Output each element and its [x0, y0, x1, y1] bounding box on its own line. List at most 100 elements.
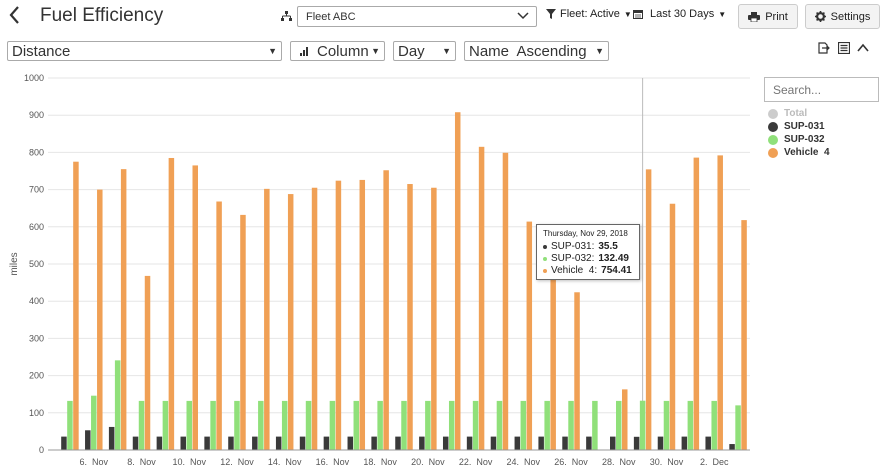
bar-sup-031[interactable]: [323, 436, 330, 450]
bar-sup-032[interactable]: [186, 400, 192, 450]
bar-sup-032[interactable]: [138, 400, 145, 450]
bar-sup-031[interactable]: [610, 436, 616, 450]
bar-sup-031[interactable]: [61, 436, 67, 450]
legend-item-total[interactable]: Total: [768, 107, 830, 120]
bar-vehicle-4[interactable]: [478, 146, 485, 450]
bar-sup-032[interactable]: [401, 400, 407, 450]
bar-vehicle-4[interactable]: [73, 161, 79, 450]
bar-sup-031[interactable]: [538, 436, 544, 450]
bar-sup-031[interactable]: [108, 426, 115, 450]
bar-sup-031[interactable]: [586, 436, 592, 450]
bar-sup-031[interactable]: [633, 436, 640, 450]
collapse-chevron-icon[interactable]: [857, 42, 869, 54]
bar-sup-032[interactable]: [616, 400, 622, 450]
bar-sup-032[interactable]: [520, 400, 527, 450]
bar-vehicle-4[interactable]: [622, 389, 628, 450]
x-tick-label: 28. Nov: [602, 457, 636, 467]
bar-vehicle-4[interactable]: [407, 184, 413, 450]
bar-vehicle-4[interactable]: [669, 203, 676, 450]
bar-vehicle-4[interactable]: [693, 157, 700, 450]
bar-sup-031[interactable]: [562, 436, 568, 450]
bar-sup-032[interactable]: [711, 400, 717, 450]
bar-sup-031[interactable]: [347, 436, 354, 450]
bar-sup-031[interactable]: [204, 436, 210, 450]
bar-sup-031[interactable]: [228, 436, 234, 450]
bar-vehicle-4[interactable]: [240, 214, 246, 450]
bar-sup-031[interactable]: [132, 436, 139, 450]
y-tick-label: 500: [29, 259, 44, 269]
bar-sup-031[interactable]: [156, 436, 163, 450]
bar-sup-032[interactable]: [329, 400, 336, 450]
bar-sup-031[interactable]: [252, 436, 258, 450]
bar-sup-031[interactable]: [657, 436, 664, 450]
legend-item-vehicle-4[interactable]: Vehicle 4: [768, 146, 830, 159]
bar-sup-032[interactable]: [377, 400, 383, 450]
legend-item-sup-031[interactable]: SUP-031: [768, 120, 830, 133]
bar-vehicle-4[interactable]: [335, 180, 342, 450]
bar-vehicle-4[interactable]: [431, 187, 437, 451]
bar-vehicle-4[interactable]: [502, 152, 509, 450]
bar-vehicle-4[interactable]: [97, 189, 103, 450]
bar-sup-031[interactable]: [729, 444, 735, 450]
search-input[interactable]: [764, 77, 879, 102]
export-icon[interactable]: [818, 42, 830, 54]
bar-sup-031[interactable]: [419, 436, 425, 450]
bar-sup-032[interactable]: [210, 400, 216, 450]
bar-sup-031[interactable]: [705, 436, 711, 450]
bar-sup-031[interactable]: [275, 436, 282, 450]
bar-vehicle-4[interactable]: [192, 165, 198, 451]
bar-sup-032[interactable]: [353, 400, 360, 450]
bar-sup-032[interactable]: [234, 400, 240, 450]
bar-vehicle-4[interactable]: [216, 201, 222, 450]
bar-sup-032[interactable]: [67, 400, 73, 450]
bar-sup-032[interactable]: [448, 400, 455, 450]
tooltip-row: SUP-031: 35.5: [543, 241, 633, 253]
bar-sup-032[interactable]: [687, 400, 694, 450]
bar-sup-032[interactable]: [258, 400, 264, 450]
bar-vehicle-4[interactable]: [717, 155, 723, 450]
bar-sup-032[interactable]: [305, 400, 312, 450]
x-tick-label: 16. Nov: [316, 457, 350, 467]
bar-sup-031[interactable]: [466, 436, 473, 450]
bar-sup-032[interactable]: [91, 395, 97, 450]
bar-sup-032[interactable]: [162, 400, 169, 450]
settings-button[interactable]: Settings: [805, 4, 880, 29]
bar-sup-032[interactable]: [281, 400, 288, 450]
bar-vehicle-4[interactable]: [645, 169, 652, 450]
bar-vehicle-4[interactable]: [454, 112, 461, 450]
bar-sup-031[interactable]: [85, 430, 91, 450]
bar-sup-032[interactable]: [568, 400, 574, 450]
bar-vehicle-4[interactable]: [741, 220, 747, 450]
bar-sup-032[interactable]: [592, 400, 598, 450]
bar-vehicle-4[interactable]: [574, 292, 580, 450]
bar-sup-031[interactable]: [490, 436, 497, 450]
table-view-icon[interactable]: [838, 42, 850, 54]
bar-sup-031[interactable]: [299, 436, 306, 450]
bar-sup-031[interactable]: [371, 436, 377, 450]
bar-vehicle-4[interactable]: [550, 268, 556, 450]
bar-sup-031[interactable]: [180, 436, 186, 450]
bar-vehicle-4[interactable]: [311, 187, 318, 451]
bar-sup-031[interactable]: [681, 436, 688, 450]
bar-sup-032[interactable]: [663, 400, 670, 450]
bar-sup-032[interactable]: [472, 400, 479, 450]
bar-vehicle-4[interactable]: [383, 170, 389, 451]
bar-sup-031[interactable]: [395, 436, 401, 450]
bar-sup-032[interactable]: [735, 405, 741, 450]
bar-sup-032[interactable]: [639, 400, 646, 450]
bar-sup-032[interactable]: [496, 400, 503, 450]
bar-sup-032[interactable]: [425, 400, 431, 450]
bar-vehicle-4[interactable]: [168, 157, 175, 451]
bar-sup-031[interactable]: [514, 436, 521, 450]
legend-item-sup-032[interactable]: SUP-032: [768, 133, 830, 146]
bar-sup-032[interactable]: [114, 360, 121, 450]
bar-vehicle-4[interactable]: [144, 275, 151, 450]
bars[interactable]: [61, 112, 747, 451]
bar-vehicle-4[interactable]: [359, 179, 366, 451]
bar-sup-032[interactable]: [544, 400, 550, 450]
bar-sup-031[interactable]: [442, 436, 449, 450]
bar-vehicle-4[interactable]: [120, 169, 127, 450]
bar-vehicle-4[interactable]: [287, 194, 294, 450]
bar-vehicle-4[interactable]: [264, 188, 270, 450]
bar-vehicle-4[interactable]: [526, 221, 533, 450]
